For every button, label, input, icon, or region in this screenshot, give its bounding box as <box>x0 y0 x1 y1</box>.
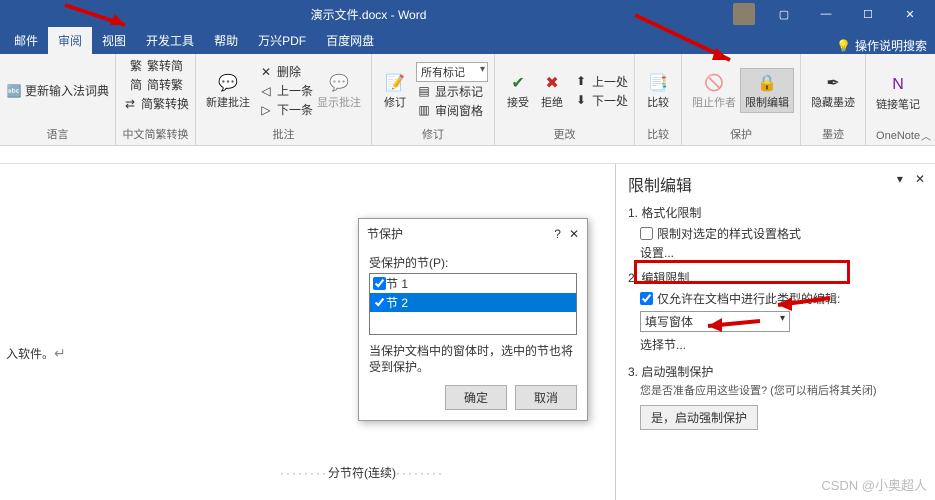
edit-restrict-checkbox[interactable]: 仅允许在文档中进行此类型的编辑: <box>640 290 923 307</box>
group-language-label: 语言 <box>6 125 109 144</box>
maximize-icon[interactable]: ☐ <box>847 0 889 28</box>
list-item: 节 1 <box>370 274 576 293</box>
track-changes-button[interactable]: 📝修订 <box>378 69 412 112</box>
compare-icon: 📑 <box>646 71 670 95</box>
prev-comment-button: ◁上一条 <box>258 82 313 99</box>
track-icon: 📝 <box>383 71 407 95</box>
group-protect-label: 保护 <box>688 125 794 144</box>
pane-close-icon[interactable]: ✕ <box>915 172 925 186</box>
ribbon-tabs: 邮件 审阅 视图 开发工具 帮助 万兴PDF 百度网盘 💡 操作说明搜索 <box>0 28 935 54</box>
update-ime-button[interactable]: 🔤更新输入法词典 <box>6 82 109 99</box>
new-comment-icon: 💬 <box>216 71 240 95</box>
dialog-close-icon[interactable]: ✕ <box>569 227 579 241</box>
section-protect-dialog: 节保护 ? ✕ 受保护的节(P): 节 1 节 2 当保护文档中的窗体时，选中的… <box>358 218 588 421</box>
close-icon[interactable]: ✕ <box>889 0 931 28</box>
next-comment-button: ▷下一条 <box>258 101 313 118</box>
next-change-button[interactable]: ⬇下一处 <box>573 92 628 109</box>
format-restrict-checkbox[interactable]: 限制对选定的样式设置格式 <box>640 225 923 242</box>
pane-icon: ▥ <box>416 102 432 118</box>
dialog-help-icon[interactable]: ? <box>554 227 561 241</box>
ruler <box>0 146 935 164</box>
reviewing-pane-button[interactable]: ▥审阅窗格 <box>416 102 488 119</box>
new-comment-button[interactable]: 💬新建批注 <box>202 69 254 112</box>
window-title: 演示文件.docx - Word <box>4 6 733 23</box>
tab-review[interactable]: 审阅 <box>48 27 92 54</box>
markup-icon: ▤ <box>416 83 432 99</box>
tab-wanxing-pdf[interactable]: 万兴PDF <box>248 27 316 54</box>
restrict-editing-pane: ▾ ✕ 限制编辑 1. 格式化限制 限制对选定的样式设置格式 设置... 2. … <box>615 164 935 500</box>
section3-msg: 您是否准备应用这些设置? (您可以稍后将其关闭) <box>640 384 923 399</box>
pane-title: 限制编辑 <box>628 172 923 196</box>
select-sections-link[interactable]: 选择节... <box>640 336 923 353</box>
tab-view[interactable]: 视图 <box>92 27 136 54</box>
linked-notes-button[interactable]: N链接笔记 <box>872 71 924 114</box>
ribbon-display-options-icon[interactable]: ▢ <box>763 0 805 28</box>
ok-button[interactable]: 确定 <box>445 385 507 410</box>
tell-me-input[interactable]: 操作说明搜索 <box>855 37 927 54</box>
group-track-label: 修订 <box>378 125 488 144</box>
watermark: CSDN @小奥超人 <box>821 475 927 494</box>
tab-baidu[interactable]: 百度网盘 <box>316 27 384 54</box>
list-item: 节 2 <box>370 293 576 312</box>
group-changes-label: 更改 <box>501 125 628 144</box>
ribbon: 🔤更新输入法词典 语言 繁繁转简 简简转繁 ⇄简繁转换 中文简繁转换 💬新建批注… <box>0 54 935 146</box>
tab-developer[interactable]: 开发工具 <box>136 27 204 54</box>
restriction-type-select[interactable]: 填写窗体 <box>640 311 790 332</box>
reject-button[interactable]: ✖拒绝 <box>535 69 569 112</box>
settings-link[interactable]: 设置... <box>640 244 923 261</box>
show-comments-icon: 💬 <box>327 71 351 95</box>
hide-ink-button[interactable]: ✒隐藏墨迹 <box>807 69 859 112</box>
dialog-list-label: 受保护的节(P): <box>369 254 577 271</box>
group-onenote-label: OneNote <box>872 129 924 144</box>
user-avatar[interactable] <box>733 3 755 25</box>
convert-button[interactable]: ⇄简繁转换 <box>122 95 189 112</box>
section1-title: 1. 格式化限制 <box>628 204 923 221</box>
t2s-icon: 繁 <box>128 58 144 74</box>
accept-button[interactable]: ✔接受 <box>501 69 535 112</box>
compare-button[interactable]: 📑比较 <box>641 69 675 112</box>
simp-to-trad-button[interactable]: 简简转繁 <box>128 76 183 93</box>
delete-icon: ✕ <box>258 64 274 80</box>
section3-title: 3. 启动强制保护 <box>628 363 923 380</box>
group-convert-label: 中文简繁转换 <box>122 125 189 144</box>
prev-change-button[interactable]: ⬆上一处 <box>573 73 628 90</box>
start-enforcement-button[interactable]: 是，启动强制保护 <box>640 405 758 430</box>
tab-help[interactable]: 帮助 <box>204 27 248 54</box>
group-compare-label: 比较 <box>641 125 675 144</box>
delete-comment-button: ✕删除 <box>258 63 313 80</box>
ink-icon: ✒ <box>821 71 845 95</box>
block-authors-button: 🚫阻止作者 <box>688 69 740 112</box>
convert-icon: ⇄ <box>122 96 138 112</box>
collapse-ribbon-icon[interactable]: ︿ <box>921 128 931 143</box>
section-break-marker: ········分节符(连续)········ <box>280 464 444 481</box>
display-for-review-select[interactable]: 所有标记 <box>416 62 488 82</box>
section2-title: 2. 编辑限制 <box>628 269 923 286</box>
accept-icon: ✔ <box>506 71 530 95</box>
ime-icon: 🔤 <box>6 83 22 99</box>
restrict-icon: 🔒 <box>755 71 779 95</box>
group-ink-label: 墨迹 <box>807 125 859 144</box>
document-text: 入软件。↵ <box>6 334 66 366</box>
restrict-editing-button[interactable]: 🔒限制编辑 <box>740 68 794 113</box>
tell-me-icon: 💡 <box>836 39 851 53</box>
reject-icon: ✖ <box>540 71 564 95</box>
show-markup-button[interactable]: ▤显示标记 <box>416 83 488 100</box>
block-icon: 🚫 <box>702 71 726 95</box>
show-comments-button: 💬显示批注 <box>313 69 365 112</box>
sections-listbox[interactable]: 节 1 节 2 <box>369 273 577 335</box>
minimize-icon[interactable]: — <box>805 0 847 28</box>
pane-options-icon[interactable]: ▾ <box>897 172 903 186</box>
trad-to-simp-button[interactable]: 繁繁转简 <box>128 57 183 74</box>
onenote-icon: N <box>886 73 910 97</box>
tab-mail[interactable]: 邮件 <box>4 27 48 54</box>
s2t-icon: 简 <box>128 77 144 93</box>
dialog-title: 节保护 <box>367 225 403 242</box>
dialog-message: 当保护文档中的窗体时，选中的节也将受到保护。 <box>369 343 577 375</box>
group-comments-label: 批注 <box>202 125 365 144</box>
cancel-button[interactable]: 取消 <box>515 385 577 410</box>
